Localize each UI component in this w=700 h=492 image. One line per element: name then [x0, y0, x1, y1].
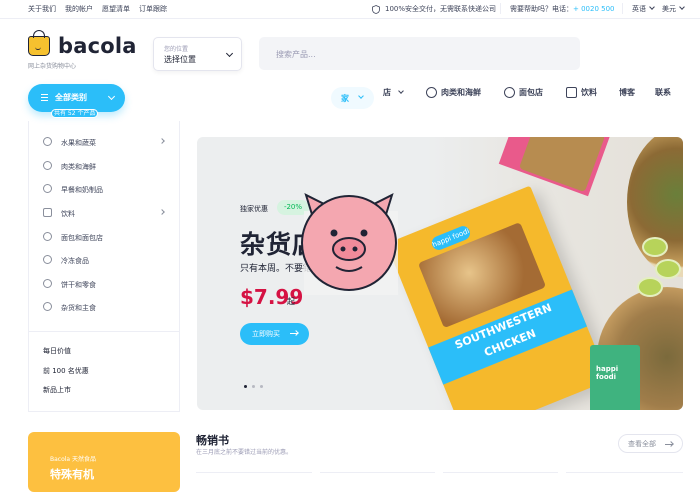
- sidebar-item-breads-bakery[interactable]: 面包和面包店: [29, 227, 179, 247]
- slider-dot[interactable]: [252, 385, 255, 388]
- slider-dot[interactable]: [260, 385, 263, 388]
- top-link-wishlist[interactable]: 愿望清单: [102, 4, 130, 14]
- arrow-right-icon: [665, 444, 673, 445]
- chevron-down-icon: [107, 92, 116, 101]
- nav-meat-seafood[interactable]: 肉类和海鲜: [426, 87, 481, 98]
- nav-bakery[interactable]: 面包店: [504, 87, 543, 98]
- sidebar-item-breakfast-dairy[interactable]: 早餐和奶制品: [29, 179, 179, 199]
- product-count-badge: 共有 52 个产品: [51, 109, 99, 118]
- slider-dots: [244, 385, 263, 388]
- sidebar-item-frozen-foods[interactable]: 冷冻食品: [29, 250, 179, 270]
- sidebar-item-beverages[interactable]: 饮料: [29, 203, 179, 223]
- hero-banner: happi foodi SOUTHWESTERN CHICKEN happi f…: [197, 137, 683, 410]
- sidebar-item-meat-seafood[interactable]: 肉类和海鲜: [29, 156, 179, 176]
- shop-now-button[interactable]: 立即购买: [240, 323, 309, 345]
- product-card-border: [566, 472, 683, 473]
- all-categories-button[interactable]: 全部类别: [28, 84, 125, 112]
- shopping-bag-icon: [28, 30, 50, 56]
- chevron-down-icon: [649, 4, 655, 10]
- sidebar-item-grocery-staples[interactable]: 杂货和主食: [29, 297, 179, 317]
- lime-image: [655, 259, 681, 279]
- currency-select[interactable]: 美元: [662, 4, 685, 14]
- language-select[interactable]: 英语: [632, 4, 655, 14]
- chevron-down-icon: [225, 49, 234, 58]
- nav-blog[interactable]: 博客: [619, 87, 635, 98]
- chevron-right-icon: [159, 138, 165, 144]
- logo-tagline: 网上杂货购物中心: [28, 63, 77, 70]
- help-text: 需要帮助吗？电话：: [510, 5, 573, 13]
- lime-image: [637, 277, 663, 297]
- logo-text: bacola: [58, 34, 137, 58]
- chevron-down-icon: [679, 4, 685, 10]
- sidebar-link-top-offers[interactable]: 前 100 名优惠: [43, 366, 89, 376]
- shield-icon: [372, 4, 380, 14]
- nav-shop[interactable]: 店: [383, 87, 404, 98]
- chevron-down-icon: [398, 88, 404, 94]
- sidebar-link-new-arrivals[interactable]: 新品上市: [43, 385, 71, 395]
- section-subtitle: 在三月底之前不要错过当前的优惠。: [196, 449, 293, 456]
- product-card-border: [443, 472, 558, 473]
- cup-icon: [43, 208, 52, 217]
- lime-image: [642, 237, 668, 257]
- location-value: 选择位置: [164, 55, 196, 64]
- product-image: happi foodi: [590, 345, 640, 410]
- search-placeholder: 搜索产品...: [276, 50, 316, 59]
- nav-home[interactable]: 家: [331, 87, 374, 109]
- promo-kicker: Bacola 天然食品: [50, 456, 97, 463]
- section-title: 畅销书: [196, 434, 229, 447]
- chevron-down-icon: [358, 93, 364, 99]
- cup-icon: [566, 87, 577, 98]
- product-card-border: [196, 472, 312, 473]
- exclusive-label: 独家优惠: [240, 205, 268, 213]
- slider-dot[interactable]: [244, 385, 247, 388]
- sidebar-divider: [29, 331, 179, 332]
- top-link-about[interactable]: 关于我们: [28, 4, 56, 14]
- divider: [500, 3, 501, 14]
- sidebar-item-biscuits-snacks[interactable]: 饼干和零食: [29, 274, 179, 294]
- egg-icon: [43, 184, 52, 193]
- top-bar: 关于我们 我的帐户 愿望清单 订单跟踪 100%安全交付，无需联系快递公司 需要…: [0, 0, 700, 19]
- nav-home-label: 家: [341, 94, 349, 103]
- category-sidebar: 水果和蔬菜 肉类和海鲜 早餐和奶制品 饮料 面包和面包店 冷冻食品 饼干和零食 …: [28, 121, 180, 412]
- chevron-right-icon: [159, 209, 165, 215]
- secure-delivery-text: 100%安全交付，无需联系快递公司: [385, 5, 497, 13]
- biscuit-icon: [43, 279, 52, 288]
- meat-icon: [426, 87, 437, 98]
- price-from-label: 起: [287, 297, 295, 306]
- bread-icon: [43, 232, 52, 241]
- meat-icon: [43, 161, 52, 170]
- divider: [622, 3, 623, 14]
- secure-delivery: 100%安全交付，无需联系快递公司: [372, 4, 496, 14]
- pig-watermark-icon: [301, 193, 398, 295]
- top-link-order-tracking[interactable]: 订单跟踪: [139, 4, 167, 14]
- promo-title: 特殊有机: [50, 468, 94, 481]
- sidebar-link-daily-value[interactable]: 每日价值: [43, 346, 71, 356]
- location-selector[interactable]: 您的位置 选择位置: [153, 37, 242, 71]
- location-label: 您的位置: [164, 46, 189, 53]
- product-card-border: [320, 472, 435, 473]
- phone-number[interactable]: + 0020 500: [573, 5, 615, 13]
- sidebar-item-fruits-vegetables[interactable]: 水果和蔬菜: [29, 132, 179, 152]
- help-contact: 需要帮助吗？电话：+ 0020 500: [510, 4, 615, 14]
- nav-contact[interactable]: 联系: [655, 87, 671, 98]
- top-link-account[interactable]: 我的帐户: [65, 4, 93, 14]
- snowflake-icon: [43, 255, 52, 264]
- view-all-button[interactable]: 查看全部: [618, 434, 683, 453]
- bread-icon: [504, 87, 515, 98]
- menu-icon: [41, 94, 48, 101]
- search-input[interactable]: 搜索产品...: [259, 37, 580, 70]
- grocery-icon: [43, 302, 52, 311]
- top-links: 关于我们 我的帐户 愿望清单 订单跟踪: [28, 4, 167, 14]
- nav-drinks[interactable]: 饮料: [566, 87, 597, 98]
- apple-icon: [43, 137, 52, 146]
- promo-card[interactable]: Bacola 天然食品 特殊有机: [28, 432, 180, 492]
- arrow-right-icon: [290, 333, 298, 334]
- all-categories-label: 全部类别: [55, 93, 87, 102]
